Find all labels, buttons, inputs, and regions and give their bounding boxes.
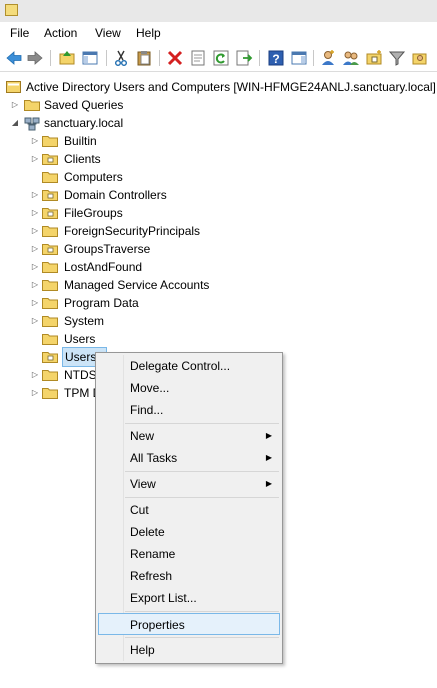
tree-node-label: Computers	[64, 170, 123, 184]
expand-arrow-icon[interactable]: ▷	[30, 384, 40, 402]
tree-node-label: Clients	[64, 152, 101, 166]
delete-icon[interactable]	[165, 48, 185, 68]
context-menu: Delegate Control... Move... Find... New …	[95, 352, 283, 664]
expand-arrow-icon[interactable]: ▷	[30, 294, 40, 312]
app-icon	[5, 4, 18, 16]
show-hide-console-tree-icon[interactable]	[80, 48, 100, 68]
tree-node-label: Builtin	[64, 134, 97, 148]
folder-icon	[42, 315, 58, 327]
menu-separator	[125, 637, 279, 638]
menu-item-new[interactable]: New ▶	[98, 425, 280, 447]
expand-arrow-icon[interactable]: ▷	[30, 258, 40, 276]
menu-item-export-list[interactable]: Export List...	[98, 587, 280, 609]
expand-arrow-icon[interactable]: ▷	[30, 312, 40, 330]
menu-separator	[125, 497, 279, 498]
tree-node-label: GroupsTraverse	[64, 242, 151, 256]
tree-node-label: Saved Queries	[44, 98, 124, 112]
expand-arrow-icon[interactable]: ▷	[30, 276, 40, 294]
menu-separator	[125, 611, 279, 612]
tree-node-label: FileGroups	[64, 206, 123, 220]
folder-icon	[42, 387, 58, 399]
tree-root-label: Active Directory Users and Computers [WI…	[26, 80, 436, 94]
menu-item-delegate-control[interactable]: Delegate Control...	[98, 355, 280, 377]
tree-node-label: Domain Controllers	[64, 188, 167, 202]
add-to-group-icon[interactable]	[410, 48, 430, 68]
menu-item-properties[interactable]: Properties	[98, 613, 280, 635]
snapin-root-icon	[6, 81, 22, 93]
expand-arrow-icon[interactable]: ▷	[30, 204, 40, 222]
new-user-icon[interactable]	[318, 48, 338, 68]
folder-icon	[42, 225, 58, 237]
expand-arrow-icon[interactable]: ▷	[30, 186, 40, 204]
show-action-pane-icon[interactable]	[289, 48, 309, 68]
submenu-arrow-icon: ▶	[265, 431, 272, 440]
window-title-bar	[0, 0, 437, 22]
menu-item-delete[interactable]: Delete	[98, 521, 280, 543]
submenu-arrow-icon: ▶	[265, 453, 272, 462]
ou-folder-icon	[42, 189, 58, 201]
folder-icon	[42, 369, 58, 381]
expand-arrow-icon[interactable]: ▷	[30, 240, 40, 258]
new-group-icon[interactable]	[341, 48, 361, 68]
back-icon[interactable]	[4, 48, 24, 68]
menu-help[interactable]: Help	[134, 25, 163, 41]
forward-icon[interactable]	[25, 48, 45, 68]
tree-node-label: Program Data	[64, 296, 139, 310]
expand-arrow-icon[interactable]: ▷	[30, 366, 40, 384]
ou-folder-icon	[42, 243, 58, 255]
help-icon[interactable]: ?	[266, 48, 286, 68]
ou-folder-icon	[42, 153, 58, 165]
tree-node-label: System	[64, 314, 105, 328]
folder-icon	[24, 99, 40, 111]
properties-icon[interactable]	[188, 48, 208, 68]
expand-arrow-icon[interactable]: ▷	[30, 222, 40, 240]
domain-icon	[24, 117, 40, 131]
svg-text:?: ?	[272, 52, 279, 66]
ou-folder-icon	[42, 351, 58, 363]
new-ou-icon[interactable]	[364, 48, 384, 68]
tree-node-label: sanctuary.local	[44, 116, 124, 130]
expand-arrow-icon[interactable]: ▷	[10, 96, 20, 114]
tree-node-label: LostAndFound	[64, 260, 143, 274]
menu-item-all-tasks[interactable]: All Tasks ▶	[98, 447, 280, 469]
ou-folder-icon	[42, 207, 58, 219]
expand-arrow-icon[interactable]: ▷	[30, 132, 40, 150]
menu-action[interactable]: Action	[42, 25, 79, 41]
menu-item-move[interactable]: Move...	[98, 377, 280, 399]
expand-arrow-icon[interactable]: ▷	[30, 150, 40, 168]
up-folder-icon[interactable]	[57, 48, 77, 68]
tree-node-label: ForeignSecurityPrincipals	[64, 224, 201, 238]
menu-separator	[125, 471, 279, 472]
menu-item-help[interactable]: Help	[98, 639, 280, 661]
menu-item-rename[interactable]: Rename	[98, 543, 280, 565]
menu-item-refresh[interactable]: Refresh	[98, 565, 280, 587]
folder-icon	[42, 333, 58, 345]
folder-icon	[42, 297, 58, 309]
toolbar: ?	[0, 44, 437, 72]
menu-item-cut[interactable]: Cut	[98, 499, 280, 521]
menu-item-view[interactable]: View ▶	[98, 473, 280, 495]
refresh-icon[interactable]	[211, 48, 231, 68]
menu-item-find[interactable]: Find...	[98, 399, 280, 421]
cut-icon[interactable]	[111, 48, 131, 68]
menu-bar: File Action View Help	[0, 22, 437, 44]
menu-view[interactable]: View	[93, 25, 123, 41]
submenu-arrow-icon: ▶	[265, 479, 272, 488]
paste-icon[interactable]	[134, 48, 154, 68]
tree-node-label: NTDS	[64, 368, 97, 382]
menu-file[interactable]: File	[8, 25, 31, 41]
folder-icon	[42, 171, 58, 183]
tree-node-label: Managed Service Accounts	[64, 278, 210, 292]
tree-node-label: Users	[64, 332, 96, 346]
export-list-icon[interactable]	[234, 48, 254, 68]
folder-icon	[42, 261, 58, 273]
filter-icon[interactable]	[387, 48, 407, 68]
collapse-arrow-icon[interactable]: ◢	[10, 114, 20, 132]
menu-separator	[125, 423, 279, 424]
folder-icon	[42, 279, 58, 291]
folder-icon	[42, 135, 58, 147]
